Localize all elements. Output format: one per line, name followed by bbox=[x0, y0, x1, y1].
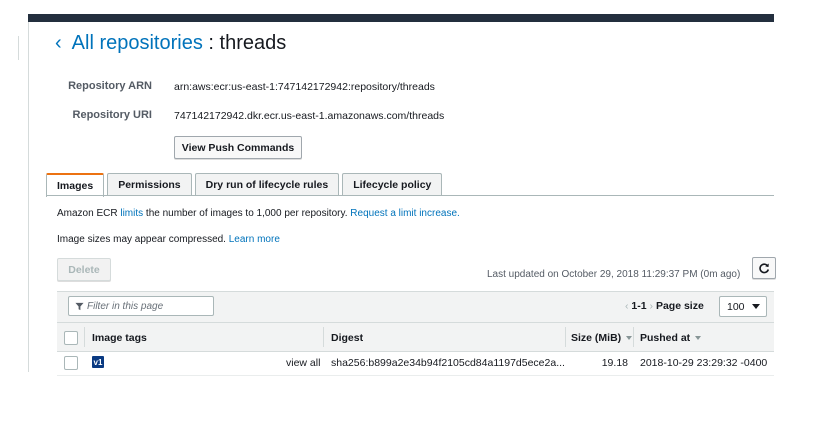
column-divider bbox=[633, 327, 634, 347]
repository-uri-label: Repository URI bbox=[72, 109, 152, 121]
image-tag-badge: v1 bbox=[92, 356, 104, 368]
chevron-down-icon bbox=[752, 304, 760, 309]
page-size-select[interactable]: 100 bbox=[719, 296, 767, 317]
tab-lifecycle-policy[interactable]: Lifecycle policy bbox=[342, 173, 443, 195]
view-all-tags-link[interactable]: view all bbox=[286, 357, 320, 369]
refresh-icon bbox=[759, 263, 770, 274]
image-size-notice-text: Image sizes may appear compressed. bbox=[57, 234, 229, 245]
limits-link[interactable]: limits bbox=[120, 208, 143, 219]
limits-notice-prefix: Amazon ECR bbox=[57, 208, 121, 219]
column-header-pushed-at[interactable]: Pushed at bbox=[640, 332, 702, 344]
tab-permissions[interactable]: Permissions bbox=[107, 173, 192, 195]
sort-icon bbox=[695, 336, 702, 341]
repository-name: threads bbox=[219, 32, 287, 54]
request-limit-increase-link[interactable]: Request a limit increase. bbox=[350, 208, 460, 219]
page-range: 1-1 bbox=[631, 300, 647, 312]
title-separator: : bbox=[202, 32, 220, 54]
image-size: 19.18 bbox=[601, 357, 628, 369]
filter-input[interactable]: Filter in this page bbox=[68, 296, 214, 316]
last-updated-text: Last updated on October 29, 2018 11:29:3… bbox=[487, 269, 741, 280]
back-chevron-icon[interactable]: ‹ bbox=[55, 32, 62, 54]
console-top-bar bbox=[28, 14, 774, 22]
table-header: Image tags Digest Size (MiB) Pushed at bbox=[57, 322, 774, 352]
refresh-button[interactable] bbox=[752, 257, 776, 279]
page-size-value: 100 bbox=[727, 300, 745, 313]
previous-page-icon[interactable]: ‹ bbox=[625, 300, 629, 312]
image-digest: sha256:b899a2e34b94f2105cd84a1197d5ece2a… bbox=[331, 357, 565, 369]
content-left-border bbox=[28, 22, 29, 372]
column-divider bbox=[565, 327, 566, 347]
all-repositories-link[interactable]: All repositories bbox=[72, 32, 203, 54]
limits-notice: Amazon ECR limits the number of images t… bbox=[57, 208, 460, 219]
select-all-checkbox[interactable] bbox=[64, 331, 78, 345]
page-title: ‹ All repositories : threads bbox=[55, 32, 286, 55]
column-header-size[interactable]: Size (MiB) bbox=[571, 332, 633, 344]
tabs-underline bbox=[46, 195, 774, 196]
learn-more-link[interactable]: Learn more bbox=[229, 234, 280, 245]
sort-icon bbox=[626, 336, 633, 341]
column-header-digest[interactable]: Digest bbox=[331, 332, 363, 344]
table-row[interactable]: v1 view all sha256:b899a2e34b94f2105cd84… bbox=[57, 351, 774, 376]
tab-dry-run-lifecycle-rules[interactable]: Dry run of lifecycle rules bbox=[194, 173, 340, 195]
column-divider bbox=[84, 327, 85, 347]
column-divider bbox=[323, 327, 324, 347]
page-edge-border bbox=[18, 36, 19, 60]
column-header-pushed-label: Pushed at bbox=[640, 332, 691, 344]
table-toolbar: Filter in this page ‹ 1-1 › Page size 10… bbox=[57, 291, 774, 322]
column-header-image-tags[interactable]: Image tags bbox=[92, 332, 147, 344]
filter-placeholder: Filter in this page bbox=[87, 300, 164, 312]
delete-button[interactable]: Delete bbox=[57, 258, 111, 281]
next-page-icon[interactable]: › bbox=[650, 300, 654, 312]
image-size-notice: Image sizes may appear compressed. Learn… bbox=[57, 234, 280, 245]
column-header-size-label: Size (MiB) bbox=[571, 332, 622, 344]
repository-arn-value: arn:aws:ecr:us-east-1:747142172942:repos… bbox=[174, 81, 435, 93]
row-checkbox[interactable] bbox=[64, 356, 78, 370]
repository-arn-label: Repository ARN bbox=[68, 80, 152, 92]
image-pushed-at: 2018-10-29 23:29:32 -0400 bbox=[640, 357, 768, 369]
limits-notice-text: the number of images to 1,000 per reposi… bbox=[143, 208, 351, 219]
repository-tabs: Images Permissions Dry run of lifecycle … bbox=[46, 173, 445, 197]
filter-funnel-icon bbox=[75, 302, 84, 310]
pagination: ‹ 1-1 › Page size bbox=[625, 300, 704, 312]
page-size-label: Page size bbox=[655, 300, 704, 312]
view-push-commands-button[interactable]: View Push Commands bbox=[174, 136, 302, 159]
repository-uri-value: 747142172942.dkr.ecr.us-east-1.amazonaws… bbox=[174, 110, 445, 122]
tab-images[interactable]: Images bbox=[46, 173, 105, 197]
